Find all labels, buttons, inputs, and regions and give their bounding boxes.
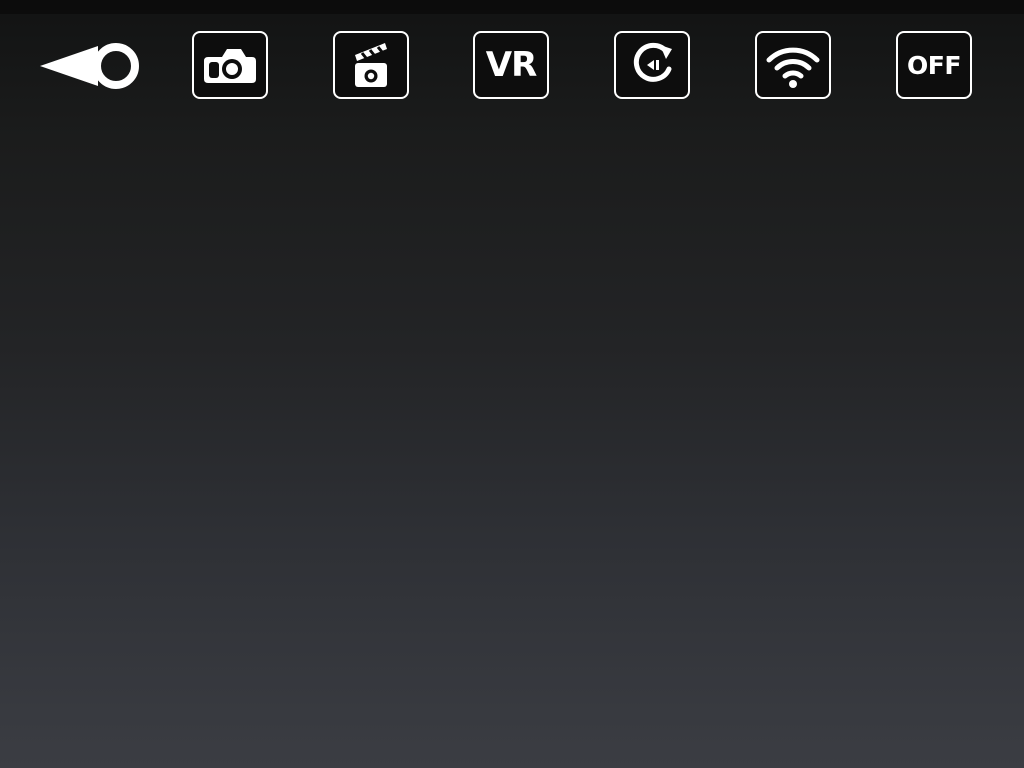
top-toolbar: VR OFF — [0, 0, 1024, 120]
back-button[interactable] — [38, 38, 144, 94]
back-icon — [38, 38, 144, 94]
vr-button[interactable]: VR — [473, 31, 549, 99]
power-off-icon: OFF — [907, 50, 961, 80]
wifi-button[interactable] — [755, 31, 831, 99]
video-clapper-icon — [347, 39, 395, 91]
rotate-icon — [626, 39, 678, 91]
vr-icon: VR — [485, 45, 537, 85]
power-off-button[interactable]: OFF — [896, 31, 972, 99]
rotate-button[interactable] — [614, 31, 690, 99]
wifi-icon — [763, 40, 823, 90]
camera-icon — [200, 43, 260, 87]
video-button[interactable] — [333, 31, 409, 99]
main-viewport[interactable] — [0, 120, 1024, 768]
camera-button[interactable] — [192, 31, 268, 99]
